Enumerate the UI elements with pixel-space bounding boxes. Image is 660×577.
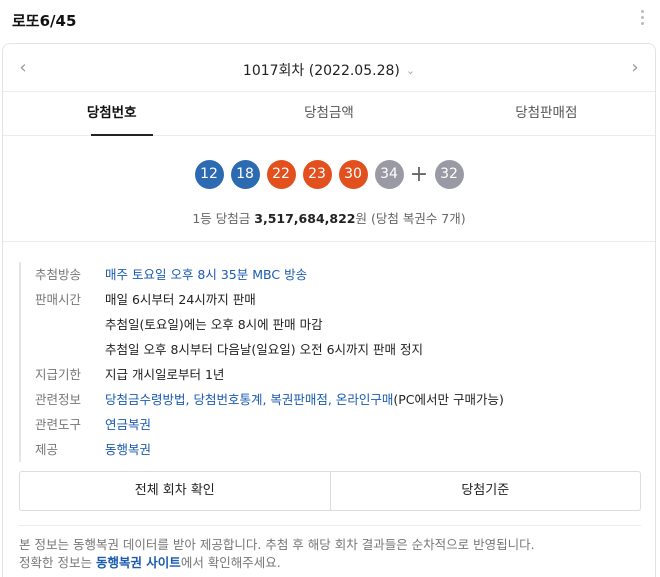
info-label: 제공	[35, 442, 59, 457]
notice: 본 정보는 동행복권 데이터를 받아 제공합니다. 추첨 후 해당 회차 결과들…	[19, 536, 535, 572]
info-value: 지급 개시일로부터 1년	[105, 367, 225, 382]
chevron-down-icon: ⌄	[405, 64, 416, 77]
info-list: 추첨방송 매주 토요일 오후 8시 35분 MBC 방송 판매시간 매일 6시부…	[19, 262, 639, 462]
tab-winning-numbers[interactable]: 당첨번호	[3, 92, 220, 136]
lotto-card: ‹ 1017회차 (2022.05.28) ⌄ › 당첨번호 당첨금액 당첨판매점…	[2, 43, 656, 577]
number-ball: 30	[338, 160, 368, 189]
provider-link[interactable]: 동행복권	[105, 442, 151, 457]
prize-prefix: 1등 당첨금	[192, 211, 255, 226]
info-row-related: 관련정보 당첨금수령방법, 당첨번호통계, 복권판매점, 온라인구매(PC에서만…	[35, 387, 639, 412]
tab-prize-amount[interactable]: 당첨금액	[220, 92, 437, 135]
criteria-button[interactable]: 당첨기준	[329, 472, 641, 510]
info-row-pay: 지급기한 지급 개시일로부터 1년	[35, 362, 639, 387]
page-title: 로또6/45	[12, 12, 77, 30]
round-label: 1017회차 (2022.05.28)	[242, 63, 400, 79]
number-ball: 22	[266, 160, 296, 189]
first-prize-summary: 1등 당첨금 3,517,684,822원 (당첨 복권수 7개)	[3, 208, 655, 227]
info-label: 관련정보	[35, 392, 82, 407]
plus-icon: +	[409, 162, 429, 187]
info-row-provider: 제공 동행복권	[35, 437, 639, 462]
dhlottery-site-link[interactable]: 동행복권 사이트	[96, 555, 181, 570]
tab-winning-stores[interactable]: 당첨판매점	[438, 92, 655, 135]
top-bar: 로또6/45	[0, 0, 660, 40]
divider	[3, 241, 655, 242]
info-row-draw: 추첨방송 매주 토요일 오후 8시 35분 MBC 방송	[35, 262, 639, 287]
info-label: 관련도구	[35, 417, 82, 432]
number-ball: 12	[194, 160, 224, 189]
notice-suffix: 에서 확인해주세요.	[180, 555, 281, 570]
info-value: 매일 6시부터 24시까지 판매	[105, 292, 256, 307]
broadcast-link[interactable]: 매주 토요일 오후 8시 35분 MBC 방송	[105, 267, 307, 282]
prize-suffix: 원 (당첨 복권수 7개)	[355, 211, 466, 226]
divider	[19, 525, 641, 526]
info-row-tool: 관련도구 연금복권	[35, 412, 639, 437]
notice-line: 본 정보는 동행복권 데이터를 받아 제공합니다. 추첨 후 해당 회차 결과들…	[19, 537, 535, 552]
related-note: (PC에서만 구매가능)	[393, 392, 504, 407]
notice-prefix: 정확한 정보는	[19, 555, 96, 570]
info-label: 추첨방송	[35, 267, 82, 282]
tab-bar: 당첨번호 당첨금액 당첨판매점	[3, 92, 655, 136]
info-value: 추첨일(토요일)에는 오후 8시에 판매 마감	[105, 317, 323, 332]
number-ball: 23	[302, 160, 332, 189]
related-links[interactable]: 당첨금수령방법, 당첨번호통계, 복권판매점, 온라인구매	[105, 392, 393, 407]
winning-numbers: 12 18 22 23 30 34 + 32	[3, 160, 655, 189]
number-ball: 34	[374, 160, 404, 189]
info-row-sale: 판매시간 매일 6시부터 24시까지 판매	[35, 287, 639, 312]
round-selector[interactable]: 1017회차 (2022.05.28) ⌄	[3, 60, 655, 80]
info-label: 판매시간	[35, 292, 82, 307]
more-vertical-icon[interactable]	[640, 10, 646, 28]
bonus-ball: 32	[434, 160, 464, 189]
pension-lottery-link[interactable]: 연금복권	[105, 417, 151, 432]
all-rounds-button[interactable]: 전체 회차 확인	[20, 472, 330, 510]
chevron-right-icon[interactable]: ›	[625, 58, 645, 78]
number-ball: 18	[230, 160, 260, 189]
info-row-sale-3: 추첨일 오후 8시부터 다음날(일요일) 오전 6시까지 판매 정지	[35, 337, 639, 362]
info-row-sale-2: 추첨일(토요일)에는 오후 8시에 판매 마감	[35, 312, 639, 337]
action-buttons: 전체 회차 확인 당첨기준	[19, 471, 641, 511]
info-value: 추첨일 오후 8시부터 다음날(일요일) 오전 6시까지 판매 정지	[105, 342, 423, 357]
round-navigator: ‹ 1017회차 (2022.05.28) ⌄ ›	[3, 44, 655, 92]
info-label: 지급기한	[35, 367, 82, 382]
prize-amount: 3,517,684,822	[254, 211, 356, 226]
